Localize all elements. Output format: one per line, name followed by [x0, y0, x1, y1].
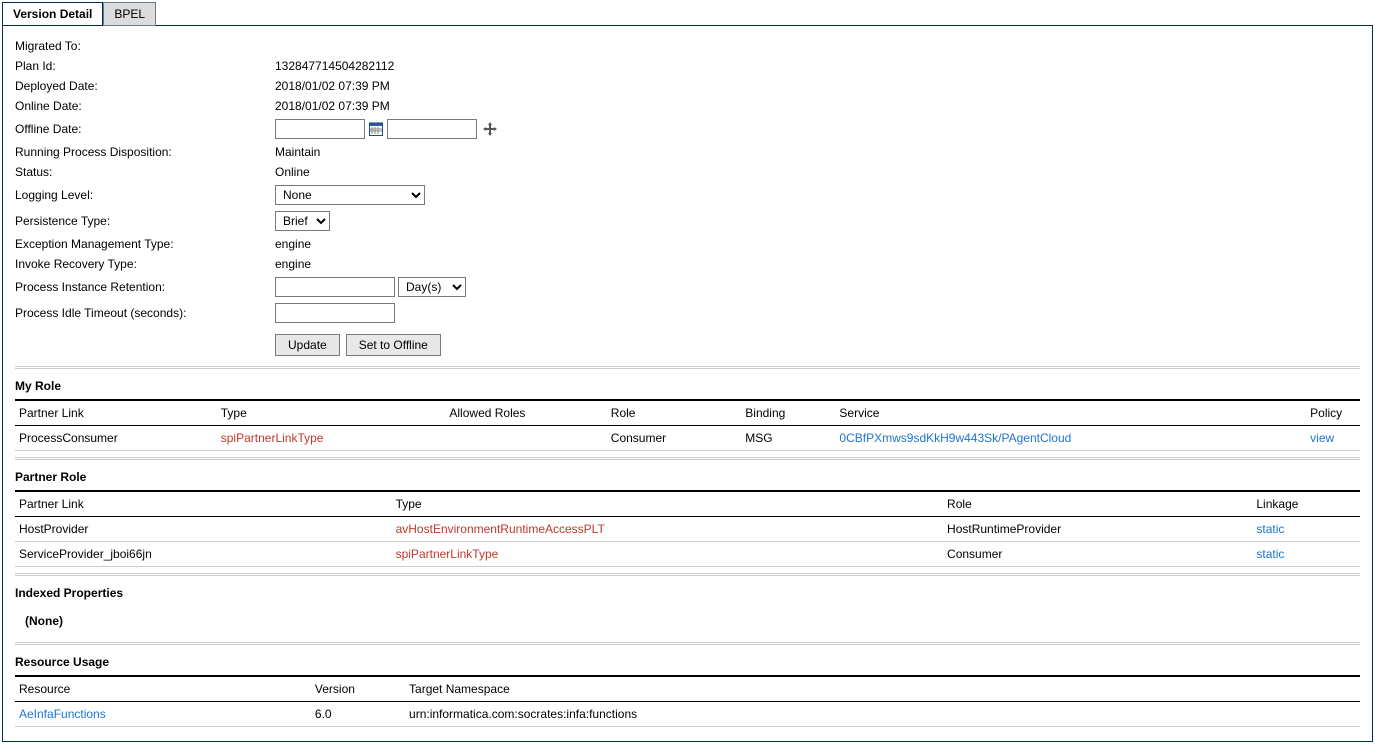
divider: [15, 642, 1360, 645]
idle-timeout-label: Process Idle Timeout (seconds):: [15, 306, 275, 320]
update-button[interactable]: Update: [275, 334, 340, 356]
persistence-type-select[interactable]: Brief: [275, 211, 330, 231]
linkage-link[interactable]: static: [1256, 522, 1284, 536]
th-type: Type: [217, 400, 446, 426]
deployed-date-label: Deployed Date:: [15, 79, 275, 93]
partner-role-title: Partner Role: [15, 470, 1360, 484]
offline-date-input[interactable]: [275, 119, 365, 139]
cell-partner-link: ServiceProvider_jboi66jn: [15, 542, 392, 567]
divider: [15, 457, 1360, 460]
status-value: Online: [275, 165, 310, 179]
deployed-date-value: 2018/01/02 07:39 PM: [275, 79, 390, 93]
online-date-label: Online Date:: [15, 99, 275, 113]
divider: [15, 366, 1360, 369]
th-partner-link: Partner Link: [15, 491, 392, 517]
plan-id-value: 132847714504282112: [275, 59, 394, 73]
invoke-label: Invoke Recovery Type:: [15, 257, 275, 271]
retention-input[interactable]: [275, 277, 395, 297]
persistence-label: Persistence Type:: [15, 214, 275, 228]
table-row: HostProvider avHostEnvironmentRuntimeAcc…: [15, 517, 1360, 542]
plan-id-label: Plan Id:: [15, 59, 275, 73]
divider: [15, 573, 1360, 576]
retention-unit-select[interactable]: Day(s): [398, 277, 466, 297]
version-detail-panel: Migrated To: Plan Id: 132847714504282112…: [2, 25, 1373, 742]
resource-link[interactable]: AeInfaFunctions: [19, 707, 106, 721]
table-row: ProcessConsumer spiPartnerLinkType Consu…: [15, 426, 1360, 451]
tab-bpel[interactable]: BPEL: [103, 2, 156, 26]
invoke-value: engine: [275, 257, 311, 271]
retention-label: Process Instance Retention:: [15, 280, 275, 294]
cell-partner-link: HostProvider: [15, 517, 392, 542]
th-resource: Resource: [15, 676, 311, 702]
migrated-to-label: Migrated To:: [15, 39, 275, 53]
th-allowed-roles: Allowed Roles: [445, 400, 606, 426]
th-linkage: Linkage: [1252, 491, 1360, 517]
cell-target-ns: urn:informatica.com:socrates:infa:functi…: [405, 702, 1360, 727]
exception-label: Exception Management Type:: [15, 237, 275, 251]
partner-role-table: Partner Link Type Role Linkage HostProvi…: [15, 490, 1360, 567]
indexed-props-none: (None): [15, 606, 1360, 636]
tab-bar: Version Detail BPEL: [2, 2, 1373, 26]
cell-type: avHostEnvironmentRuntimeAccessPLT: [392, 517, 943, 542]
exception-value: engine: [275, 237, 311, 251]
idle-timeout-input[interactable]: [275, 303, 395, 323]
disposition-value: Maintain: [275, 145, 320, 159]
cell-binding: MSG: [741, 426, 835, 451]
cell-version: 6.0: [311, 702, 405, 727]
th-service: Service: [835, 400, 1306, 426]
th-partner-link: Partner Link: [15, 400, 217, 426]
logging-label: Logging Level:: [15, 188, 275, 202]
indexed-props-title: Indexed Properties: [15, 586, 1360, 600]
cell-allowed-roles: [445, 426, 606, 451]
table-row: AeInfaFunctions 6.0 urn:informatica.com:…: [15, 702, 1360, 727]
cell-partner-link: ProcessConsumer: [15, 426, 217, 451]
set-offline-button[interactable]: Set to Offline: [346, 334, 441, 356]
cell-role: Consumer: [943, 542, 1252, 567]
cell-type: spiPartnerLinkType: [217, 426, 446, 451]
resource-usage-title: Resource Usage: [15, 655, 1360, 669]
online-date-value: 2018/01/02 07:39 PM: [275, 99, 390, 113]
policy-link[interactable]: view: [1310, 431, 1334, 445]
th-role: Role: [607, 400, 742, 426]
cell-role: HostRuntimeProvider: [943, 517, 1252, 542]
tab-version-detail[interactable]: Version Detail: [2, 2, 103, 26]
status-label: Status:: [15, 165, 275, 179]
move-icon[interactable]: [482, 121, 498, 137]
disposition-label: Running Process Disposition:: [15, 145, 275, 159]
my-role-title: My Role: [15, 379, 1360, 393]
cell-type: spiPartnerLinkType: [392, 542, 943, 567]
th-role: Role: [943, 491, 1252, 517]
offline-date-label: Offline Date:: [15, 122, 275, 136]
offline-time-input[interactable]: [387, 119, 477, 139]
th-policy: Policy: [1306, 400, 1360, 426]
my-role-table: Partner Link Type Allowed Roles Role Bin…: [15, 399, 1360, 451]
th-version: Version: [311, 676, 405, 702]
table-row: ServiceProvider_jboi66jn spiPartnerLinkT…: [15, 542, 1360, 567]
th-target-ns: Target Namespace: [405, 676, 1360, 702]
cell-role: Consumer: [607, 426, 742, 451]
resource-usage-table: Resource Version Target Namespace AeInfa…: [15, 675, 1360, 727]
th-type: Type: [392, 491, 943, 517]
calendar-icon[interactable]: [368, 121, 384, 137]
linkage-link[interactable]: static: [1256, 547, 1284, 561]
logging-level-select[interactable]: None: [275, 185, 425, 205]
service-link[interactable]: 0CBfPXmws9sdKkH9w443Sk/PAgentCloud: [839, 431, 1071, 445]
th-binding: Binding: [741, 400, 835, 426]
